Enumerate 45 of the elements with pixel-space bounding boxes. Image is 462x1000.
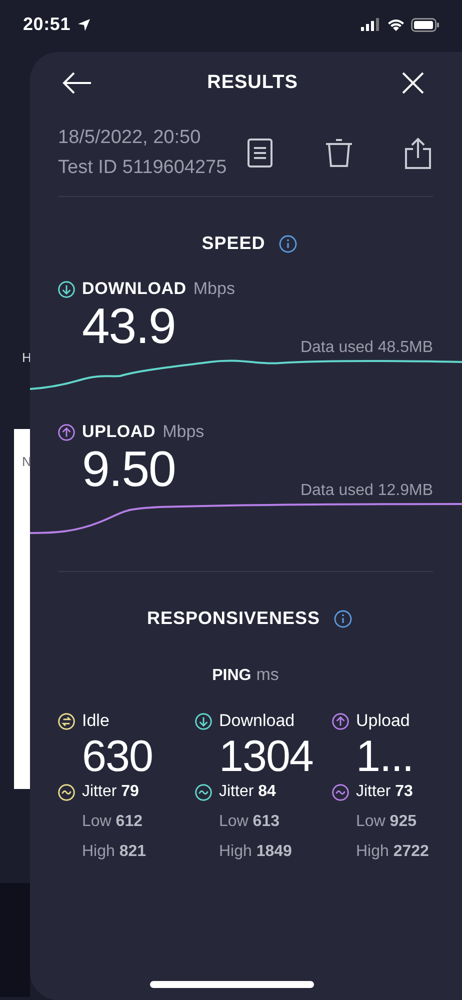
- ping-type-label: Idle: [82, 711, 110, 731]
- ping-type-label: Download: [219, 711, 295, 731]
- metric-unit: Mbps: [162, 422, 204, 442]
- ping-type-label: Upload: [356, 711, 410, 731]
- share-icon[interactable]: [405, 137, 431, 169]
- jitter-text: Jitter 79: [82, 783, 139, 801]
- info-icon[interactable]: [279, 234, 298, 252]
- wave-icon: [332, 784, 349, 800]
- low-text: Low 612: [82, 813, 144, 831]
- ping-unit: ms: [256, 665, 279, 685]
- ping-value: 1304: [219, 731, 314, 783]
- document-icon[interactable]: [247, 138, 273, 168]
- info-icon[interactable]: [334, 610, 352, 628]
- high-text: High 821: [82, 843, 148, 861]
- ping-value: 630: [82, 731, 154, 783]
- high-text: High 1849: [219, 843, 293, 861]
- trash-icon[interactable]: [325, 138, 353, 168]
- screen-title: RESULTS: [207, 72, 298, 94]
- data-used-text: Data used 48.5MB: [300, 339, 433, 357]
- speed-value: 43.9: [82, 299, 176, 353]
- jitter-text: Jitter 84: [219, 783, 276, 801]
- section-title: SPEED: [202, 233, 266, 254]
- wave-icon: [58, 784, 75, 800]
- close-icon[interactable]: [400, 71, 425, 95]
- metric-label: UPLOAD: [82, 422, 156, 442]
- back-arrow-icon[interactable]: [62, 71, 92, 95]
- metric-label: DOWNLOAD: [82, 279, 186, 299]
- location-arrow-icon: [76, 18, 91, 32]
- ping-value: 1...: [356, 731, 414, 783]
- test-id: Test ID 5119604275: [58, 157, 227, 179]
- jitter-text: Jitter 73: [356, 783, 413, 801]
- low-text: Low 613: [219, 813, 280, 831]
- section-title: RESPONSIVENESS: [146, 608, 320, 629]
- data-used-text: Data used 12.9MB: [300, 482, 433, 500]
- wifi-icon: [387, 18, 405, 32]
- status-time: 20:51: [23, 14, 71, 35]
- low-text: Low 925: [356, 813, 418, 831]
- test-date: 18/5/2022, 20:50: [58, 127, 202, 149]
- speed-value: 9.50: [82, 442, 176, 496]
- battery-icon: [411, 18, 440, 32]
- signal-icon: [361, 18, 381, 31]
- ping-label: PING: [212, 667, 252, 685]
- wave-icon: [195, 784, 212, 800]
- high-text: High 2722: [356, 843, 430, 861]
- metric-unit: Mbps: [193, 279, 235, 299]
